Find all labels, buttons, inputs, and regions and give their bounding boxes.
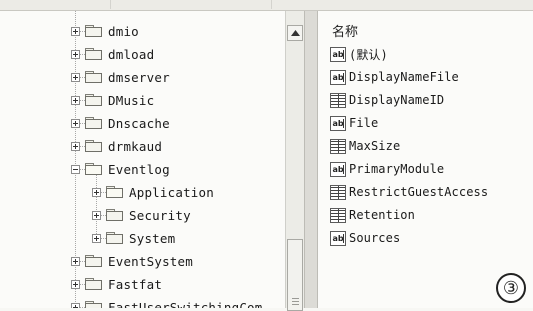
expand-plus-icon[interactable] xyxy=(71,256,80,266)
tree-item-label: Fastfat xyxy=(108,276,163,292)
tree-item-label: Security xyxy=(129,207,191,223)
tree-item-label: dmserver xyxy=(108,69,170,85)
value-name: (默认) xyxy=(349,47,388,62)
arrow-up-icon xyxy=(290,30,300,36)
expand-plus-icon[interactable] xyxy=(92,233,101,243)
column-header-bar xyxy=(0,0,533,11)
value-name: File xyxy=(349,116,379,130)
tree-item-label: Dnscache xyxy=(108,115,170,131)
expand-plus-icon[interactable] xyxy=(71,26,80,36)
value-row[interactable]: MaxSize xyxy=(330,136,400,156)
value-row[interactable]: RestrictGuestAccess xyxy=(330,182,488,202)
value-name: Retention xyxy=(349,208,415,222)
tree-item-dnscache[interactable]: Dnscache xyxy=(71,112,170,134)
value-row[interactable]: ab PrimaryModule xyxy=(330,159,444,179)
name-column-header[interactable]: 名称 xyxy=(332,21,358,40)
string-value-icon: ab xyxy=(330,69,346,85)
pane-splitter[interactable] xyxy=(304,11,318,308)
tree-item-dmserver[interactable]: dmserver xyxy=(71,66,170,88)
expand-plus-icon[interactable] xyxy=(71,302,80,308)
grip-line xyxy=(292,298,299,299)
tree-item-label: DMusic xyxy=(108,92,155,108)
expand-plus-icon[interactable] xyxy=(71,118,80,128)
binary-value-icon xyxy=(330,207,346,223)
tree-item-label: drmkaud xyxy=(108,138,163,154)
value-row[interactable]: DisplayNameID xyxy=(330,90,444,110)
tree-item-drmkaud[interactable]: drmkaud xyxy=(71,135,162,157)
grip-line xyxy=(292,304,299,305)
tree-item-eventsystem[interactable]: EventSystem xyxy=(71,250,193,272)
binary-value-icon xyxy=(330,92,346,108)
value-row[interactable]: Retention xyxy=(330,205,415,225)
tree-item-label: System xyxy=(129,230,176,246)
expand-plus-icon[interactable] xyxy=(71,279,80,289)
tree-item-eventlog[interactable]: Eventlog xyxy=(71,158,170,180)
scroll-up-button[interactable] xyxy=(287,25,303,41)
tree-item-label: dmload xyxy=(108,46,155,62)
folder-icon xyxy=(85,94,102,106)
registry-values-pane[interactable]: 名称 ab (默认) ab DisplayNameFile DisplayNam… xyxy=(318,11,533,308)
grip-line xyxy=(292,301,299,302)
tree-item-system[interactable]: System xyxy=(92,227,175,249)
expand-plus-icon[interactable] xyxy=(92,187,101,197)
value-row[interactable]: ab Sources xyxy=(330,228,400,248)
string-value-icon: ab xyxy=(330,46,346,62)
tree-item-dmusic[interactable]: DMusic xyxy=(71,89,154,111)
vertical-scrollbar[interactable] xyxy=(285,11,305,311)
tree-item-label: EventSystem xyxy=(108,253,193,269)
tree-item-label: Eventlog xyxy=(108,161,170,177)
step-number-badge: ③ xyxy=(496,273,526,303)
collapse-minus-icon[interactable] xyxy=(71,164,80,174)
tree-item-security[interactable]: Security xyxy=(92,204,191,226)
value-name: DisplayNameFile xyxy=(349,70,459,84)
tree-item-label: dmio xyxy=(108,23,139,39)
tree-item-dmio[interactable]: dmio xyxy=(71,20,139,42)
value-name: DisplayNameID xyxy=(349,93,445,107)
value-row[interactable]: ab (默认) xyxy=(330,44,388,64)
folder-icon xyxy=(85,117,102,129)
binary-value-icon xyxy=(330,138,346,154)
tree-item-fastuserswitchingcom[interactable]: FastUserSwitchingCom xyxy=(71,296,263,308)
expand-plus-icon[interactable] xyxy=(71,95,80,105)
binary-value-icon xyxy=(330,184,346,200)
string-value-icon: ab xyxy=(330,115,346,131)
folder-icon xyxy=(85,255,102,267)
header-segment xyxy=(111,0,272,9)
tree-item-label: Application xyxy=(129,184,214,200)
folder-icon xyxy=(85,140,102,152)
folder-icon xyxy=(85,278,102,290)
folder-icon xyxy=(106,209,123,221)
value-name: Sources xyxy=(349,231,401,245)
value-row[interactable]: ab File xyxy=(330,113,378,133)
expand-plus-icon[interactable] xyxy=(92,210,101,220)
value-name: RestrictGuestAccess xyxy=(349,185,489,199)
expand-plus-icon[interactable] xyxy=(71,72,80,82)
header-segment xyxy=(0,0,111,9)
expand-plus-icon[interactable] xyxy=(71,49,80,59)
expand-plus-icon[interactable] xyxy=(71,141,80,151)
open-folder-icon xyxy=(106,186,123,198)
string-value-icon: ab xyxy=(330,161,346,177)
string-value-icon: ab xyxy=(330,230,346,246)
value-name: MaxSize xyxy=(349,139,401,153)
registry-tree-pane[interactable]: dmio dmload dmserver DMusic Dnscache drm… xyxy=(0,11,285,308)
folder-icon xyxy=(85,25,102,37)
tree-item-fastfat[interactable]: Fastfat xyxy=(71,273,162,295)
tree-item-label: FastUserSwitchingCom xyxy=(108,299,263,309)
open-folder-icon xyxy=(85,163,102,175)
folder-icon xyxy=(85,71,102,83)
tree-item-dmload[interactable]: dmload xyxy=(71,43,154,65)
value-row[interactable]: ab DisplayNameFile xyxy=(330,67,459,87)
folder-icon xyxy=(106,232,123,244)
tree-item-application[interactable]: Application xyxy=(92,181,214,203)
value-name: PrimaryModule xyxy=(349,162,445,176)
folder-icon xyxy=(85,48,102,60)
folder-icon xyxy=(85,301,102,308)
scroll-thumb[interactable] xyxy=(287,239,303,311)
